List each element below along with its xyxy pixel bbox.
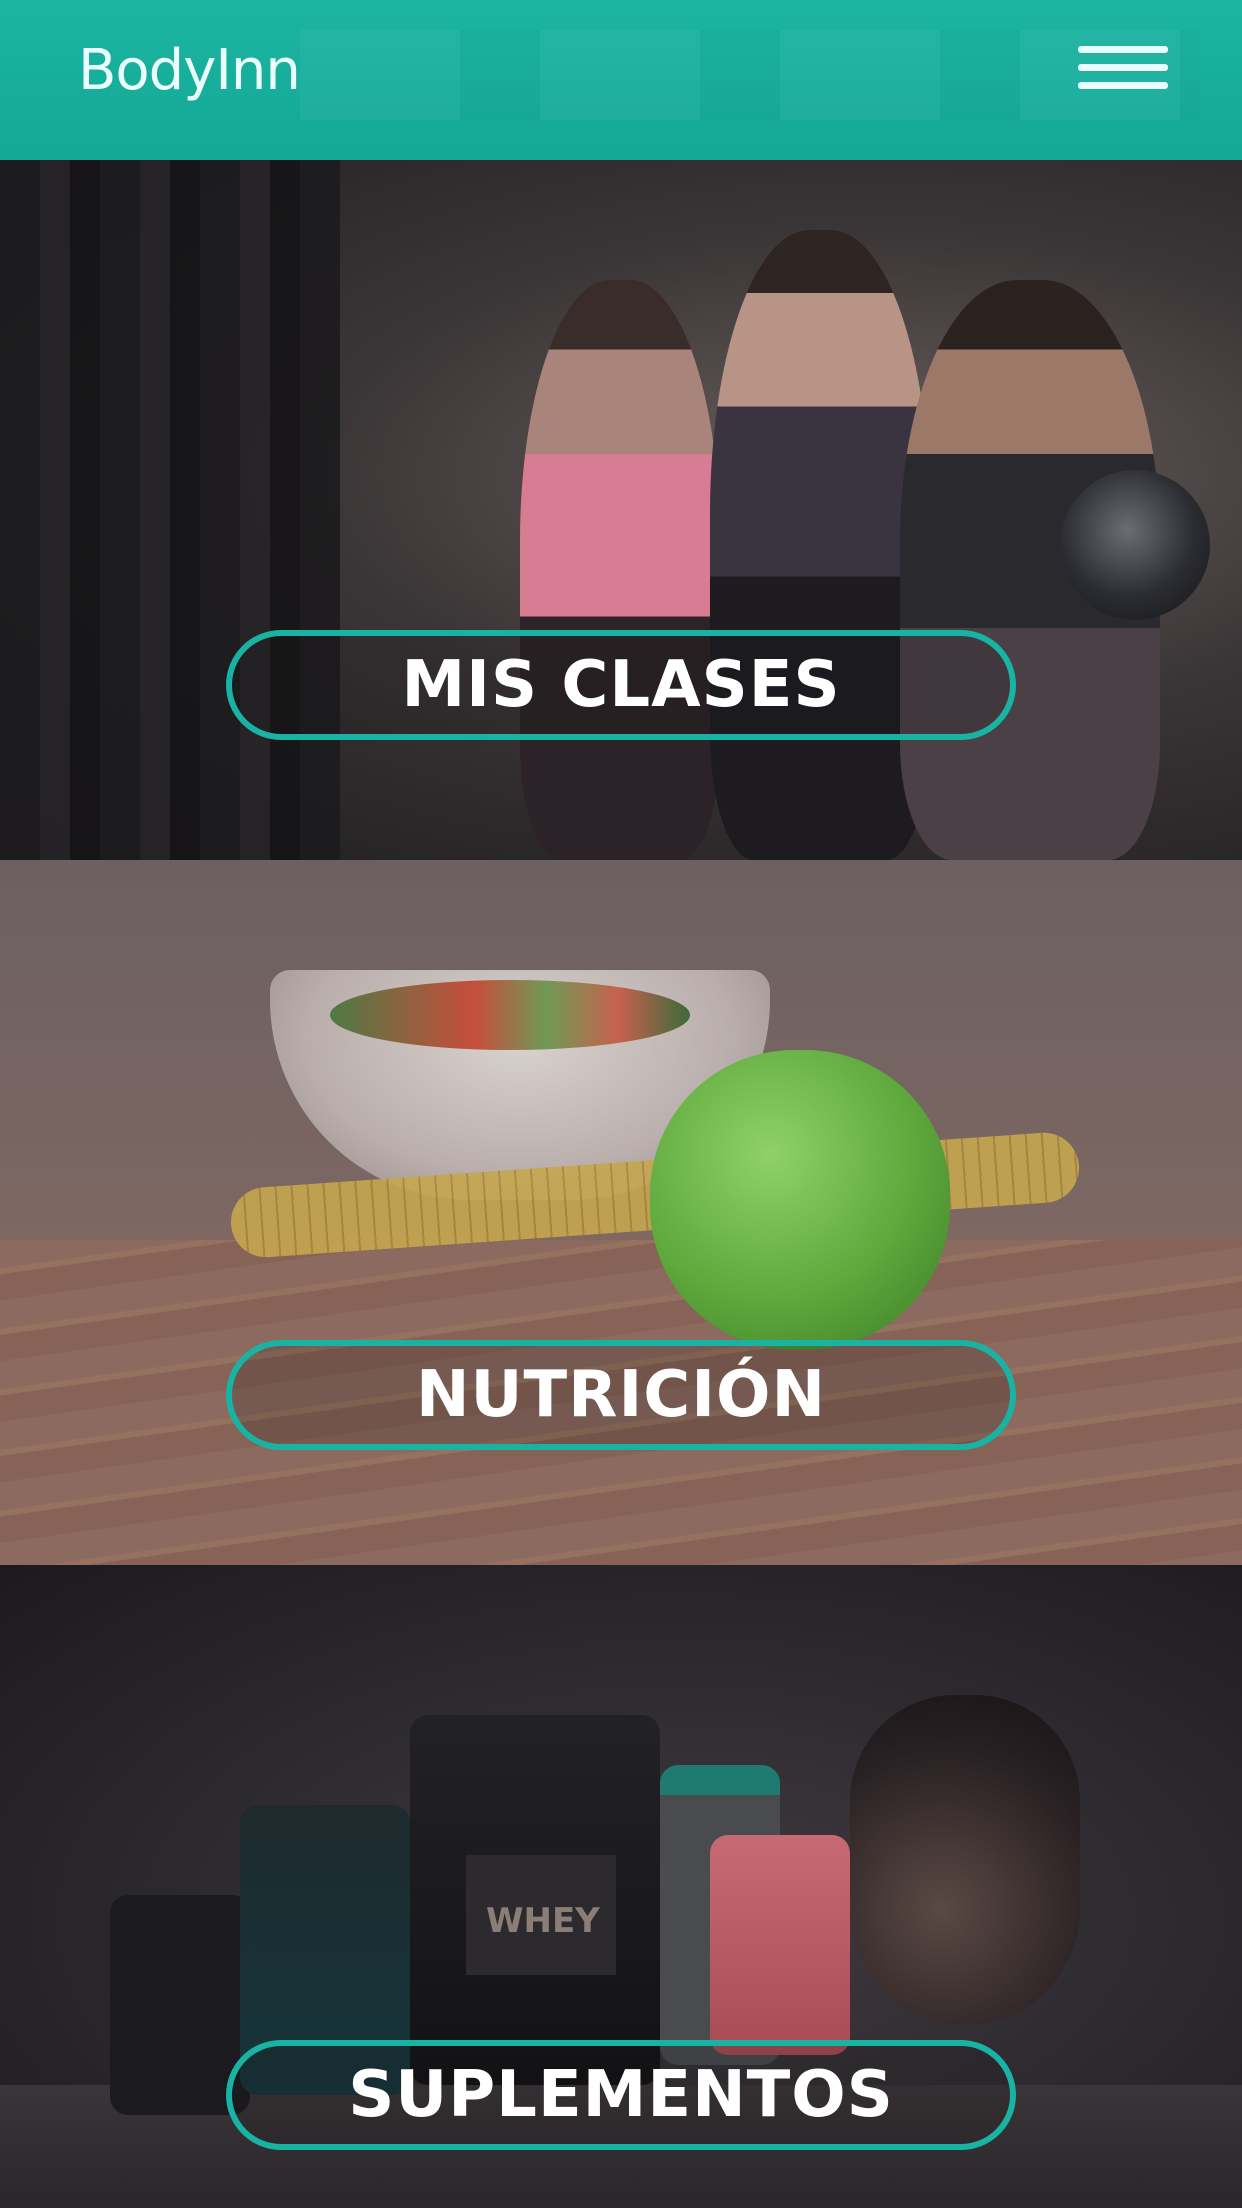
green-apple-image bbox=[650, 1050, 950, 1350]
brand-logo: BodyInn bbox=[78, 38, 301, 103]
mis-clases-button[interactable]: MIS CLASES bbox=[226, 630, 1016, 740]
photo-woman-2 bbox=[710, 230, 930, 860]
kettlebell-image bbox=[850, 1695, 1080, 2025]
menu-line bbox=[1078, 64, 1168, 71]
menu-line bbox=[1078, 82, 1168, 89]
menu-line bbox=[1078, 46, 1168, 53]
suplementos-button[interactable]: SUPLEMENTOS bbox=[226, 2040, 1016, 2150]
header-pattern bbox=[300, 30, 1200, 120]
photo-woman-1 bbox=[520, 280, 720, 860]
pink-shaker-image bbox=[710, 1835, 850, 2055]
hamburger-menu-icon[interactable] bbox=[1078, 44, 1168, 104]
salad-image bbox=[330, 980, 690, 1050]
whey-label: WHEY bbox=[466, 1855, 616, 1975]
whey-label-text: WHEY bbox=[486, 1901, 600, 1941]
section-mis-clases[interactable] bbox=[0, 160, 1242, 860]
whey-jar-image: WHEY bbox=[410, 1715, 660, 2085]
medicine-ball-image bbox=[1060, 470, 1210, 620]
top-app-bar: BodyInn bbox=[0, 0, 1242, 160]
background-curtain bbox=[0, 160, 340, 860]
nutricion-button[interactable]: NUTRICIÓN bbox=[226, 1340, 1016, 1450]
section-nutricion[interactable] bbox=[0, 860, 1242, 1565]
